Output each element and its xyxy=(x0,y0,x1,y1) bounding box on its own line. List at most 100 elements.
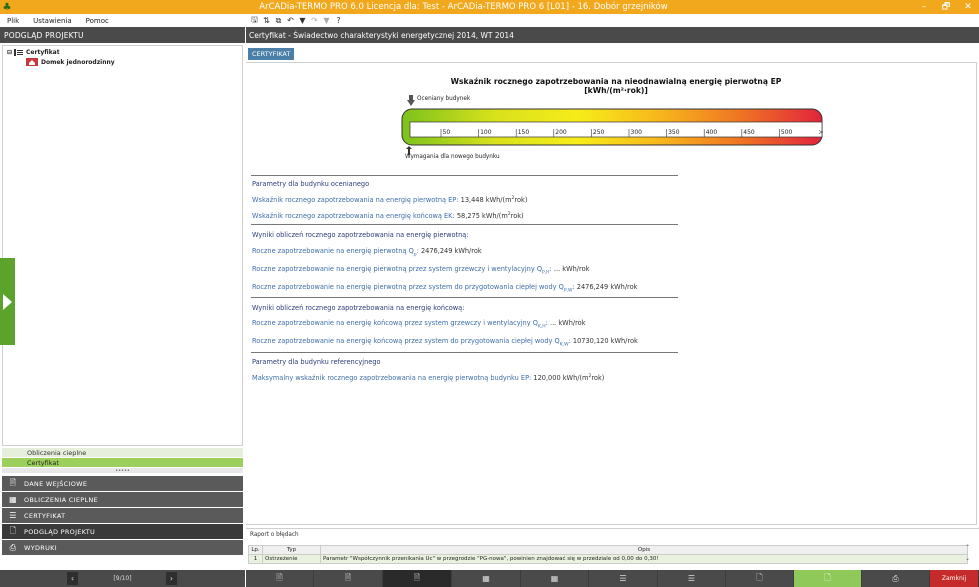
save-icon[interactable]: 🖫 xyxy=(250,15,259,25)
ref-ep-row: Maksymalny wskaźnik rocznego zapotrzebow… xyxy=(252,374,604,382)
certificate-icon: ☰ xyxy=(687,574,696,583)
col-lp: Lp. xyxy=(248,545,263,555)
bb-data-input-button[interactable]: 🗎 xyxy=(246,570,314,587)
close-window-button[interactable]: ✕ xyxy=(957,2,979,12)
nav-wydruki[interactable]: ⎙ WYDRUKI xyxy=(2,540,243,555)
redo-icon[interactable]: ↷ xyxy=(310,16,319,25)
menu-pomoc[interactable]: Pomoc xyxy=(79,17,116,25)
bottom-toolbar: 🗎 🗎 🗎 ▦ ▦ ☰ ☰ 🗋 🗋 ⎙ Zamknij xyxy=(246,570,979,587)
collapse-icon[interactable]: ⊟ xyxy=(7,49,12,56)
document-icon xyxy=(14,49,24,56)
minimize-button[interactable]: – xyxy=(913,2,935,12)
bb-cert-button[interactable]: ☰ xyxy=(589,570,658,587)
certificate-view: Wskaźnik rocznego zapotrzebowania na nie… xyxy=(246,62,977,525)
divider xyxy=(251,175,678,176)
menu-plik[interactable]: Plik xyxy=(0,17,26,25)
help-icon[interactable]: ? xyxy=(334,16,343,25)
col-opis: Opis xyxy=(320,545,968,555)
tab-certyfikat[interactable]: CERTYFIKAT xyxy=(248,48,295,60)
next-page-button[interactable]: › xyxy=(166,572,177,585)
scale-tick-label: 50 xyxy=(443,129,451,136)
scale-tick-label: 400 xyxy=(706,129,718,136)
qph-sub: P,H xyxy=(542,270,550,276)
menu-ustawienia[interactable]: Ustawienia xyxy=(26,17,78,25)
divider xyxy=(251,224,678,225)
small-nav: Obliczenia cieplne Certyfikat ••••• xyxy=(2,448,243,474)
filter-dim-icon[interactable]: ▼ xyxy=(322,16,331,25)
table-row[interactable]: 1 Ostrzeżenie Parametr "Współczynnik prz… xyxy=(248,554,968,564)
undo-icon[interactable]: ↶ xyxy=(286,16,295,25)
nav-podglad-projektu[interactable]: 🗋 PODGLĄD PROJEKTU xyxy=(2,524,243,539)
section-assessed-head: Parametry dla budynku ocenianego xyxy=(252,180,370,188)
house-icon xyxy=(26,58,38,66)
bb-calc2-button[interactable]: ▦ xyxy=(521,570,589,587)
ref-ep-value-text: 120,000 kWh/(m xyxy=(533,374,589,383)
qkh-sub: K,H xyxy=(537,324,546,330)
ek-value: 58,275 kWh/(m2rok) xyxy=(456,212,524,221)
bb-calc-button[interactable]: ▦ xyxy=(452,570,521,587)
left-panel-header: PODGLĄD PROJEKTU xyxy=(0,27,245,43)
error-report-title: Raport o błędach xyxy=(250,532,299,538)
qkh-row: Roczne zapotrzebowanie na energię końcow… xyxy=(252,319,586,330)
bb-preview-button[interactable]: 🗋 xyxy=(726,570,794,587)
tree-root-label: Certyfikat xyxy=(26,49,60,56)
scroll-up-icon[interactable]: ⌃ xyxy=(965,544,970,551)
qkw-sub: K,W xyxy=(559,342,569,348)
printer-icon: ⎙ xyxy=(9,542,17,552)
divider xyxy=(251,352,678,353)
scale-tick-label: 200 xyxy=(555,129,567,136)
qkw-row: Roczne zapotrzebowanie na energię końcow… xyxy=(252,337,638,348)
section-primary-head: Wyniki obliczeń rocznego zapotrzebowania… xyxy=(252,231,469,239)
scale-tick-label: 100 xyxy=(480,129,492,136)
scale-tick-label: 300 xyxy=(631,129,643,136)
nav-label: DANE WEJŚCIOWE xyxy=(24,479,88,488)
tree-node-child[interactable]: Domek jednorodzinny xyxy=(26,58,115,66)
bb-data-input2-button[interactable]: 🗎 xyxy=(314,570,383,587)
required-label: Wymagania dla nowego budynku xyxy=(405,154,500,160)
certificate-icon: ☰ xyxy=(9,511,17,520)
nav-certyfikat[interactable]: Certyfikat xyxy=(2,458,243,468)
error-report-panel: Raport o błędach Lp. Typ Opis 1 Ostrzeże… xyxy=(246,528,979,570)
bb-active-button[interactable]: 🗎 xyxy=(383,570,452,587)
section-reference-head: Parametry dla budynku referencyjnego xyxy=(252,358,381,366)
scale-tick-label: 250 xyxy=(593,129,605,136)
data-input-icon: 🗎 xyxy=(276,572,283,582)
scale-tick-label: 350 xyxy=(668,129,680,136)
qkh-value: ... kWh/rok xyxy=(549,319,586,327)
scale-tick-label: > 500 xyxy=(819,129,827,136)
bb-cert2-button[interactable]: ☰ xyxy=(658,570,726,587)
nav-obliczenia-cieplne-big[interactable]: ▦ OBLICZENIA CIEPLNE xyxy=(2,492,243,507)
nav-dane-wejsciowe[interactable]: 🗎 DANE WEJŚCIOWE xyxy=(2,476,243,491)
bb-print-button[interactable]: ⎙ xyxy=(862,570,930,587)
scale-title: Wskaźnik rocznego zapotrzebowania na nie… xyxy=(450,77,782,95)
close-button[interactable]: Zamknij xyxy=(930,570,979,587)
qkw-value: 10730,120 kWh/rok xyxy=(572,337,638,345)
nav-certyfikat-big[interactable]: ☰ CERTYFIKAT xyxy=(2,508,243,523)
nav-label: PODGLĄD PROJEKTU xyxy=(24,527,96,536)
main-content: CERTYFIKAT Wskaźnik rocznego zapotrzebow… xyxy=(246,43,979,526)
assessed-label: Oceniany budynek xyxy=(417,96,471,102)
filter-icon[interactable]: ▼ xyxy=(298,16,307,25)
document-edit-icon: 🗎 xyxy=(344,572,352,582)
cell-typ: Ostrzeżenie xyxy=(262,554,321,564)
splitter-grip[interactable]: ••••• xyxy=(2,468,243,474)
restore-button[interactable]: 🗗 xyxy=(935,0,957,15)
bb-preview-active-button[interactable]: 🗋 xyxy=(794,570,862,587)
copy-icon[interactable]: ⧉ xyxy=(274,16,283,25)
scroll-down-icon[interactable]: ⌄ xyxy=(965,555,970,562)
expand-panel-button[interactable] xyxy=(0,258,15,345)
certificate-icon: ☰ xyxy=(619,574,627,583)
tree-node-root[interactable]: ⊟ Certyfikat xyxy=(7,49,60,56)
toolbar: 🖫 ⇅ ⧉ ↶ ▼ ↷ ▼ ? xyxy=(250,14,343,27)
arrow-down-icon xyxy=(407,95,415,106)
exchange-icon[interactable]: ⇅ xyxy=(262,16,271,25)
nav-obliczenia-cieplne[interactable]: Obliczenia cieplne xyxy=(2,448,243,458)
scale-tick-label: 150 xyxy=(518,129,530,136)
qpw-value: 2476,249 kWh/rok xyxy=(576,283,638,291)
data-input-icon: 🗎 xyxy=(9,477,17,487)
ep-value: 13,448 kWh/(m2rok) xyxy=(460,196,528,205)
app-logo-icon: ♣ xyxy=(2,1,12,13)
prev-page-button[interactable]: ‹ xyxy=(67,572,78,585)
ek-row: Wskaźnik rocznego zapotrzebowania na ene… xyxy=(252,212,524,220)
qp-row: Roczne zapotrzebowanie na energię pierwo… xyxy=(252,247,482,258)
